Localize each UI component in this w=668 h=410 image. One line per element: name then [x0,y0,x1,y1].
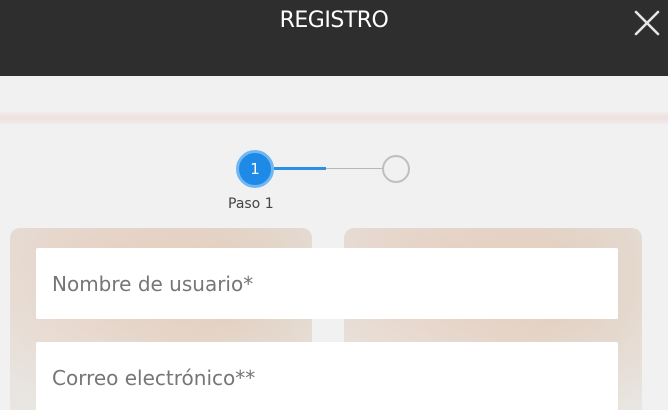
registration-modal: REGISTRO 1 Paso 1 [0,0,668,410]
step-2-indicator [382,155,410,183]
step-progress-line-active [274,167,326,170]
username-input[interactable] [52,248,602,319]
close-icon [634,10,660,36]
progress-stepper: 1 Paso 1 [228,150,416,212]
modal-header: REGISTRO [0,0,668,76]
step-1-label: Paso 1 [228,196,274,212]
username-field[interactable] [36,248,618,319]
close-button[interactable] [630,6,664,40]
step-progress-line-inactive [326,168,382,169]
email-input[interactable] [52,342,602,410]
modal-title: REGISTRO [279,8,389,33]
email-field[interactable] [36,342,618,410]
promo-banner-strip [0,112,668,124]
step-1-indicator: 1 [236,150,274,188]
